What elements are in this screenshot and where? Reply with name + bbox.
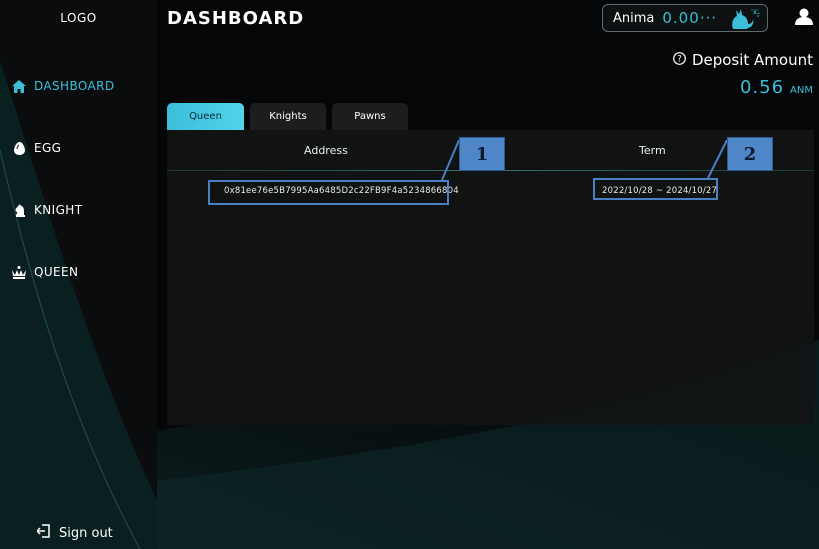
- sidebar-item-label: EGG: [34, 141, 62, 155]
- sidebar-item-label: DASHBOARD: [34, 79, 115, 93]
- wallet-label: Anima: [613, 10, 655, 26]
- wallet-balance-button[interactable]: Anima 0.00···: [602, 4, 768, 32]
- help-icon[interactable]: ?: [673, 51, 686, 69]
- annotation-box-1: [208, 180, 449, 205]
- svg-text:?: ?: [677, 55, 682, 65]
- tab-knights[interactable]: Knights: [250, 103, 326, 130]
- user-profile-icon[interactable]: [795, 8, 813, 29]
- knight-icon: [12, 203, 26, 217]
- deposit-amount-value: 0.56 ANM: [740, 77, 813, 98]
- sidebar-item-egg[interactable]: EGG: [12, 141, 61, 155]
- cat-icon: [725, 7, 761, 35]
- tab-bar: Queen Knights Pawns: [167, 103, 408, 130]
- deposit-unit: ANM: [790, 85, 813, 96]
- deposit-amount-label: Deposit Amount: [691, 51, 813, 69]
- sign-out-icon: [35, 524, 51, 542]
- column-header-address: Address: [304, 144, 348, 157]
- sign-out-label: Sign out: [59, 525, 113, 541]
- queen-icon: [12, 265, 26, 279]
- tab-pawns[interactable]: Pawns: [332, 103, 408, 130]
- page-title: DASHBOARD: [167, 8, 305, 29]
- wallet-amount: 0.00···: [662, 9, 718, 27]
- home-icon: [12, 79, 26, 93]
- logo[interactable]: LOGO: [0, 11, 157, 25]
- sidebar-item-knight[interactable]: KNIGHT: [12, 203, 82, 217]
- deposit-number: 0.56: [739, 77, 785, 98]
- annotation-label-1: 1: [459, 137, 505, 171]
- sidebar-item-dashboard[interactable]: DASHBOARD: [12, 79, 115, 93]
- annotation-label-2: 2: [727, 137, 773, 171]
- sidebar-item-label: KNIGHT: [34, 203, 83, 217]
- tab-queen[interactable]: Queen: [167, 103, 244, 130]
- sidebar-item-label: QUEEN: [34, 265, 79, 279]
- column-header-term: Term: [639, 144, 666, 157]
- sign-out-button[interactable]: Sign out: [35, 524, 113, 542]
- sidebar-item-queen[interactable]: QUEEN: [12, 265, 78, 279]
- deposit-amount-heading: ? Deposit Amount: [673, 51, 813, 69]
- sidebar: LOGO DASHBOARD EGG KNIGHT QUEEN Sign out: [0, 0, 157, 549]
- annotation-box-2: [593, 178, 718, 200]
- egg-icon: [12, 141, 26, 155]
